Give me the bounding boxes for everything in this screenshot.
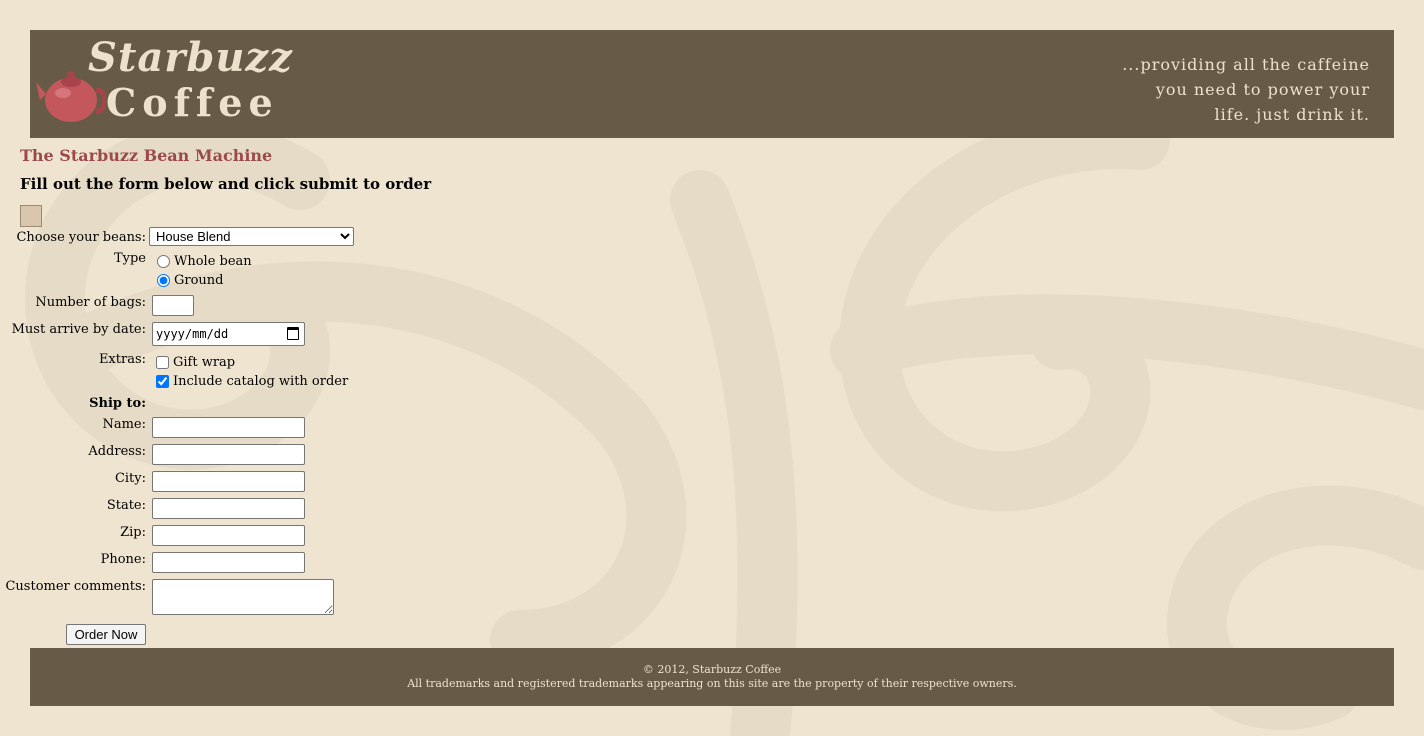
calendar-icon[interactable]	[287, 327, 299, 340]
phone-label: Phone:	[100, 552, 146, 567]
type-option-ground[interactable]: Ground	[157, 273, 224, 288]
address-label: Address:	[88, 444, 146, 459]
ship-to-label: Ship to:	[89, 396, 146, 411]
state-input[interactable]	[152, 498, 305, 519]
broken-image-placeholder	[20, 205, 42, 227]
phone-input[interactable]	[152, 552, 305, 573]
catalog-checkbox[interactable]	[156, 375, 169, 388]
zip-input[interactable]	[152, 525, 305, 546]
extras-option-gift-wrap[interactable]: Gift wrap	[156, 355, 235, 370]
tagline: ...providing all the caffeine you need t…	[1122, 52, 1370, 127]
name-input[interactable]	[152, 417, 305, 438]
comments-textarea[interactable]	[152, 579, 334, 615]
date-placeholder: yyyy/mm/dd	[156, 327, 229, 341]
ground-label: Ground	[174, 273, 224, 288]
footer-copyright: © 2012, Starbuzz Coffee	[642, 663, 782, 676]
beans-select[interactable]: House Blend	[149, 227, 354, 246]
page-title: The Starbuzz Bean Machine	[20, 146, 273, 165]
state-label: State:	[106, 498, 146, 513]
catalog-label: Include catalog with order	[173, 374, 349, 389]
whole-bean-label: Whole bean	[174, 254, 252, 269]
page-subtitle: Fill out the form below and click submit…	[20, 175, 432, 193]
order-now-button[interactable]: Order Now	[66, 624, 146, 645]
address-input[interactable]	[152, 444, 305, 465]
city-label: City:	[114, 471, 146, 486]
footer: © 2012, Starbuzz Coffee All trademarks a…	[30, 648, 1394, 706]
date-input[interactable]: yyyy/mm/dd	[152, 322, 305, 346]
type-option-whole-bean[interactable]: Whole bean	[157, 254, 252, 269]
name-label: Name:	[102, 417, 146, 432]
extras-label: Extras:	[98, 352, 146, 367]
logo-starbuzz-text: Starbuzz	[88, 34, 293, 81]
whole-bean-radio[interactable]	[157, 255, 170, 268]
gift-wrap-checkbox[interactable]	[156, 356, 169, 369]
logo-coffee-text: Coffee	[106, 80, 279, 125]
tagline-line: you need to power your	[1155, 80, 1370, 99]
starbuzz-logo[interactable]: Starbuzz Coffee	[36, 34, 292, 134]
header-banner: Starbuzz Coffee ...providing all the caf…	[30, 30, 1394, 138]
ground-radio[interactable]	[157, 274, 170, 287]
extras-option-catalog[interactable]: Include catalog with order	[156, 374, 348, 389]
date-label: Must arrive by date:	[11, 322, 146, 337]
zip-label: Zip:	[120, 525, 146, 540]
gift-wrap-label: Gift wrap	[173, 355, 236, 370]
comments-label: Customer comments:	[5, 579, 146, 594]
bags-label: Number of bags:	[35, 295, 146, 310]
beans-label: Choose your beans:	[16, 230, 146, 245]
city-input[interactable]	[152, 471, 305, 492]
tagline-line: ...providing all the caffeine	[1122, 55, 1370, 74]
type-label: Type	[113, 251, 146, 266]
tagline-line: life. just drink it.	[1214, 105, 1370, 124]
bags-input[interactable]	[152, 295, 194, 316]
footer-trademark: All trademarks and registered trademarks…	[407, 677, 1017, 690]
